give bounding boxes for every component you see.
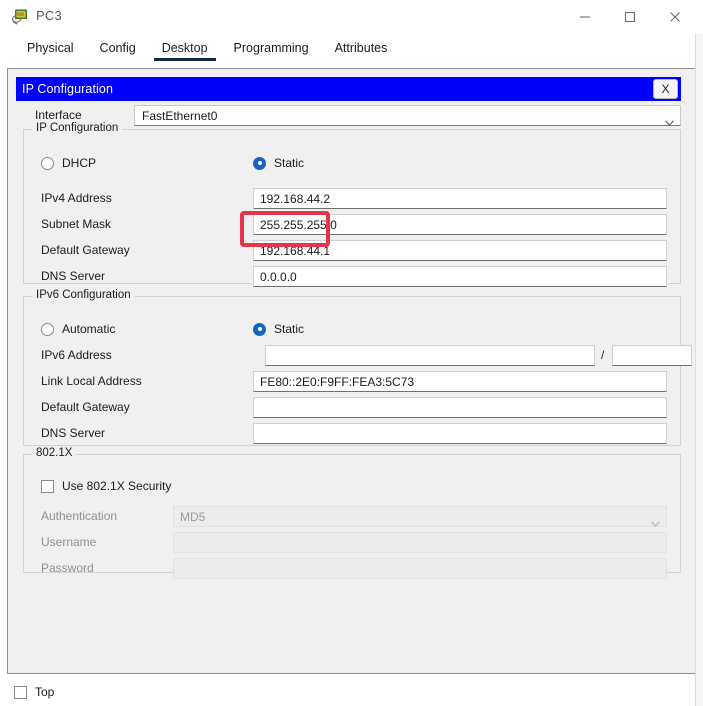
password-input[interactable]: [173, 558, 667, 579]
subnet-mask-row: Subnet Mask 255.255.255.0: [24, 214, 682, 236]
ipv4-dns-server-label: DNS Server: [41, 269, 105, 283]
tab-physical[interactable]: Physical: [14, 38, 87, 61]
ipv4-group-legend: IP Configuration: [32, 122, 122, 134]
minimize-button[interactable]: [562, 0, 607, 33]
window-controls: [562, 0, 697, 33]
ipv4-dns-server-value: 0.0.0.0: [260, 270, 297, 284]
ipv4-address-value: 192.168.44.2: [260, 192, 330, 206]
close-button[interactable]: [652, 0, 697, 33]
ipv4-configuration-group: IP Configuration DHCP Static IPv4 Addres…: [23, 129, 681, 284]
ipv6-dns-server-row: DNS Server: [24, 423, 682, 445]
ipv4-address-input[interactable]: 192.168.44.2: [253, 188, 667, 209]
username-label: Username: [41, 535, 96, 549]
tab-attributes[interactable]: Attributes: [322, 38, 401, 61]
tab-physical-label: Physical: [27, 41, 74, 55]
authentication-label: Authentication: [41, 509, 117, 523]
ipv6-prefix-input[interactable]: [612, 345, 692, 366]
checkbox-top-box: [14, 686, 27, 699]
desktop-content-panel: IP Configuration X Interface FastEtherne…: [7, 68, 696, 674]
radio-dhcp[interactable]: DHCP: [41, 156, 96, 170]
window-title: PC3: [36, 8, 62, 23]
tab-config-label: Config: [100, 41, 136, 55]
checkbox-use-dot1x-security-box: [41, 480, 54, 493]
interface-select[interactable]: FastEthernet0: [134, 105, 681, 126]
link-local-address-label: Link Local Address: [41, 374, 142, 388]
dialog-close-label: X: [661, 82, 669, 96]
interface-label: Interface: [35, 108, 82, 122]
bottom-bar: Top: [0, 678, 703, 706]
packet-tracer-device-window: PC3 Physical Config Desktop Programming …: [0, 0, 703, 706]
ipv4-default-gateway-input[interactable]: 192.168.44.1: [253, 240, 667, 261]
link-local-address-input[interactable]: FE80::2E0:F9FF:FEA3:5C73: [253, 371, 667, 392]
ipv4-address-label: IPv4 Address: [41, 191, 112, 205]
ip-configuration-title: IP Configuration: [16, 82, 113, 96]
vertical-scrollbar[interactable]: [695, 34, 703, 706]
checkbox-use-dot1x-security[interactable]: Use 802.1X Security: [41, 479, 171, 493]
tab-desktop[interactable]: Desktop: [149, 38, 221, 61]
radio-ipv6-automatic-indicator: [41, 323, 54, 336]
radio-ipv4-static[interactable]: Static: [253, 156, 304, 170]
radio-ipv4-static-indicator: [253, 157, 266, 170]
link-local-address-row: Link Local Address FE80::2E0:F9FF:FEA3:5…: [24, 371, 682, 393]
ip-configuration-header: IP Configuration X: [16, 77, 681, 101]
dot1x-enable-row: Use 802.1X Security: [24, 476, 682, 498]
ipv4-default-gateway-row: Default Gateway 192.168.44.1: [24, 240, 682, 262]
tab-attributes-label: Attributes: [335, 41, 388, 55]
chevron-down-icon: [665, 113, 674, 119]
password-row: Password: [24, 558, 682, 580]
subnet-mask-value: 255.255.255.0: [260, 218, 337, 232]
ipv4-default-gateway-label: Default Gateway: [41, 243, 130, 257]
ipv4-dns-server-row: DNS Server 0.0.0.0: [24, 266, 682, 288]
authentication-row: Authentication MD5: [24, 506, 682, 528]
pc-device-icon: [11, 8, 29, 25]
checkbox-top[interactable]: Top: [14, 685, 54, 699]
ipv6-address-label: IPv6 Address: [41, 348, 112, 362]
ipv6-dns-server-label: DNS Server: [41, 426, 105, 440]
dot1x-group: 802.1X Use 802.1X Security Authenticatio…: [23, 454, 681, 573]
dialog-close-button[interactable]: X: [653, 79, 678, 99]
ipv6-default-gateway-input[interactable]: [253, 397, 667, 418]
ipv6-address-input[interactable]: [265, 345, 595, 366]
ipv6-group-legend: IPv6 Configuration: [32, 289, 135, 301]
title-bar: PC3: [0, 0, 703, 33]
dot1x-group-legend: 802.1X: [32, 447, 76, 459]
username-input[interactable]: [173, 532, 667, 553]
subnet-mask-input[interactable]: 255.255.255.0: [253, 214, 667, 235]
authentication-select[interactable]: MD5: [173, 506, 667, 527]
checkbox-top-label: Top: [35, 685, 54, 699]
tab-config[interactable]: Config: [87, 38, 149, 61]
radio-dhcp-label: DHCP: [62, 156, 96, 170]
radio-dhcp-indicator: [41, 157, 54, 170]
checkbox-use-dot1x-security-label: Use 802.1X Security: [62, 479, 171, 493]
ipv6-default-gateway-label: Default Gateway: [41, 400, 130, 414]
chevron-down-icon: [651, 514, 660, 520]
ipv6-default-gateway-row: Default Gateway: [24, 397, 682, 419]
subnet-mask-label: Subnet Mask: [41, 217, 111, 231]
tab-bar: Physical Config Desktop Programming Attr…: [0, 38, 703, 65]
radio-ipv6-static-label: Static: [274, 322, 304, 336]
radio-ipv6-static-indicator: [253, 323, 266, 336]
ipv4-address-row: IPv4 Address 192.168.44.2: [24, 188, 682, 210]
password-label: Password: [41, 561, 94, 575]
radio-ipv6-automatic-label: Automatic: [62, 322, 115, 336]
ipv4-dns-server-input[interactable]: 0.0.0.0: [253, 266, 667, 287]
ipv6-mode-row: Automatic Static: [24, 319, 682, 341]
link-local-address-value: FE80::2E0:F9FF:FEA3:5C73: [260, 375, 414, 389]
ipv6-configuration-group: IPv6 Configuration Automatic Static IPv6…: [23, 296, 681, 446]
radio-ipv6-static[interactable]: Static: [253, 322, 304, 336]
ipv6-dns-server-input[interactable]: [253, 423, 667, 444]
ipv6-prefix-separator: /: [601, 348, 604, 362]
radio-ipv4-static-label: Static: [274, 156, 304, 170]
authentication-value: MD5: [180, 510, 205, 524]
tab-desktop-label: Desktop: [162, 41, 208, 55]
maximize-button[interactable]: [607, 0, 652, 33]
ipv4-default-gateway-value: 192.168.44.1: [260, 244, 330, 258]
interface-value: FastEthernet0: [142, 109, 217, 123]
username-row: Username: [24, 532, 682, 554]
ipv6-address-row: IPv6 Address /: [24, 345, 682, 367]
ipv4-mode-row: DHCP Static: [24, 153, 682, 175]
tab-programming-label: Programming: [234, 41, 309, 55]
radio-ipv6-automatic[interactable]: Automatic: [41, 322, 115, 336]
tab-programming[interactable]: Programming: [221, 38, 322, 61]
